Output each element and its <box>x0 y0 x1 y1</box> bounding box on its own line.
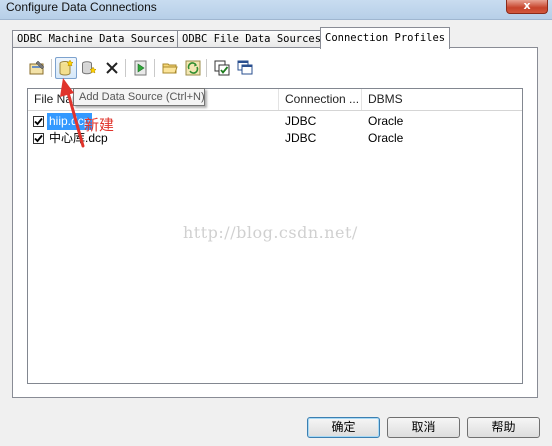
annotation-arrow <box>60 78 85 148</box>
annotation-label: 新建 <box>84 116 115 134</box>
